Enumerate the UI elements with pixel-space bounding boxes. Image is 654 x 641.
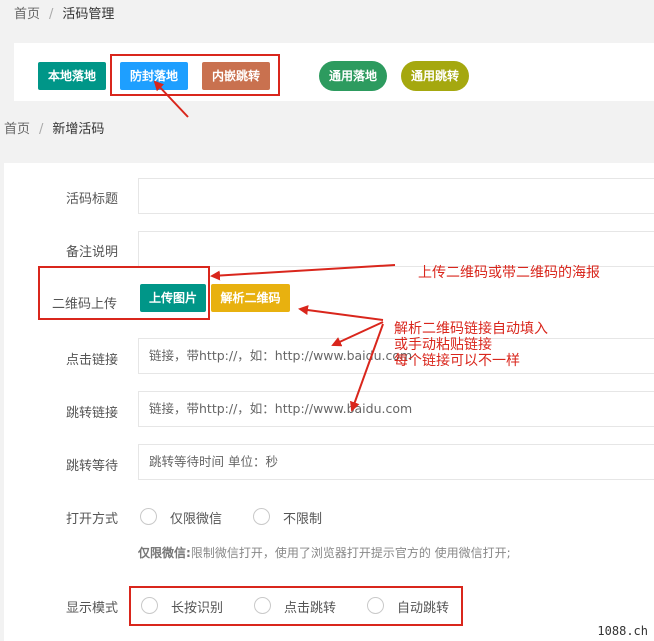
arrow-to-parse-button bbox=[298, 305, 384, 321]
site-watermark: 1088.ch bbox=[597, 624, 648, 638]
arrow-to-qr-upload bbox=[210, 264, 396, 281]
arrow-to-anti-block bbox=[153, 80, 189, 118]
arrow-to-jump-link bbox=[350, 323, 384, 412]
annotation-arrows bbox=[153, 80, 396, 412]
arrow-to-click-link bbox=[331, 321, 384, 347]
